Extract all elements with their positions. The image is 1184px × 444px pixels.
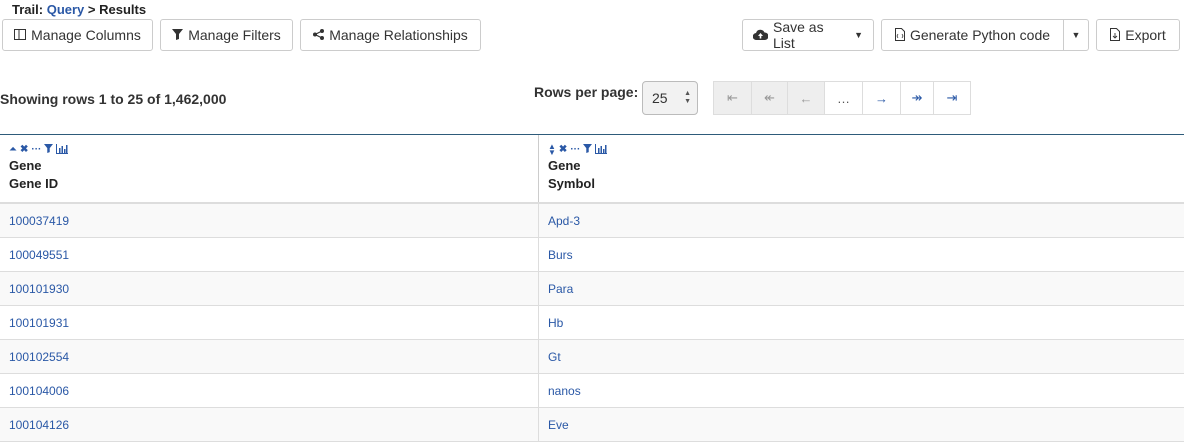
symbol-link[interactable]: Eve: [538, 408, 1184, 441]
gene-id-link[interactable]: 100102554: [0, 340, 538, 373]
breadcrumb-separator: >: [87, 2, 96, 17]
histogram-icon[interactable]: [56, 143, 69, 157]
previous-pages-button[interactable]: ↞: [751, 81, 788, 115]
histogram-icon[interactable]: [595, 143, 608, 157]
column-filter-icon[interactable]: [583, 144, 593, 156]
ellipsis-icon: …: [837, 90, 850, 106]
last-page-icon: ⇥: [946, 90, 958, 105]
save-as-list-label: Save as List: [773, 19, 824, 51]
rows-per-page-value: 25: [652, 90, 668, 106]
manage-columns-label: Manage Columns: [31, 27, 141, 43]
table-body: 100037419 Apd-3 100049551 Burs 100101930…: [0, 204, 1184, 442]
caret-down-icon: ▼: [1071, 30, 1081, 40]
manage-relationships-button[interactable]: Manage Relationships: [300, 19, 481, 51]
export-label: Export: [1125, 27, 1166, 43]
arrow-left-icon: ←: [799, 90, 813, 106]
arrow-right-icon: →: [875, 90, 888, 106]
generate-options-dropdown-button[interactable]: ▼: [1063, 19, 1089, 51]
column-field-label: Symbol: [548, 176, 595, 191]
next-pages-button[interactable]: ↠: [900, 81, 934, 115]
column-header-symbol: ▲ ▼ ✖ ··· Gene Symbol: [538, 135, 1184, 202]
save-as-list-button[interactable]: Save as List ▼: [742, 19, 874, 51]
table-row: 100104126 Eve: [0, 408, 1184, 442]
column-controls: ▲ ▼ ✖ ···: [548, 143, 1175, 157]
results-table: ⏶ ✖ ··· Gene Gene ID ▲ ▼ ✖ ··· Gene Symbo…: [0, 134, 1184, 442]
symbol-link[interactable]: Hb: [538, 306, 1184, 339]
fast-back-icon: ↞: [764, 90, 775, 105]
sort-asc-icon[interactable]: ⏶: [9, 145, 17, 155]
last-page-button[interactable]: ⇥: [933, 81, 971, 115]
remove-column-icon[interactable]: ✖: [559, 145, 567, 155]
breadcrumb-label: Trail:: [12, 2, 44, 17]
manage-relationships-label: Manage Relationships: [329, 27, 468, 43]
symbol-link[interactable]: Burs: [538, 238, 1184, 271]
previous-page-button[interactable]: ←: [787, 81, 825, 115]
select-arrows-icon: ▲ ▼: [684, 90, 691, 105]
gene-id-link[interactable]: 100104126: [0, 408, 538, 441]
table-row: 100101930 Para: [0, 272, 1184, 306]
rows-per-page-label: Rows per page:: [534, 84, 639, 100]
manage-filters-button[interactable]: Manage Filters: [160, 19, 293, 51]
more-icon[interactable]: ···: [31, 145, 41, 155]
column-field-label: Gene ID: [9, 176, 59, 191]
columns-icon: [14, 28, 27, 42]
sort-icon[interactable]: ▲ ▼: [548, 143, 556, 157]
first-page-icon: ⇤: [727, 90, 738, 105]
table-row: 100104006 nanos: [0, 374, 1184, 408]
pagination-ellipsis: …: [824, 81, 863, 115]
table-row: 100102554 Gt: [0, 340, 1184, 374]
caret-down-icon: ▼: [854, 30, 863, 40]
breadcrumb: Trail: Query > Results: [12, 2, 146, 17]
python-file-icon: [894, 27, 905, 43]
symbol-link[interactable]: nanos: [538, 374, 1184, 407]
generate-python-label: Generate Python code: [909, 27, 1051, 43]
export-file-icon: [1110, 27, 1121, 43]
next-page-button[interactable]: →: [862, 81, 901, 115]
rows-summary: Showing rows 1 to 25 of 1,462,000: [0, 91, 227, 107]
table-row: 100049551 Burs: [0, 238, 1184, 272]
table-header: ⏶ ✖ ··· Gene Gene ID ▲ ▼ ✖ ··· Gene Symbo…: [0, 134, 1184, 204]
more-icon[interactable]: ···: [570, 145, 580, 155]
manage-columns-button[interactable]: Manage Columns: [2, 19, 153, 51]
first-page-button[interactable]: ⇤: [713, 81, 752, 115]
share-icon: [313, 28, 325, 42]
breadcrumb-current: Results: [99, 2, 147, 17]
gene-id-link[interactable]: 100104006: [0, 374, 538, 407]
column-group-label: Gene: [9, 158, 42, 173]
table-row: 100037419 Apd-3: [0, 204, 1184, 238]
symbol-link[interactable]: Gt: [538, 340, 1184, 373]
column-group-label: Gene: [548, 158, 581, 173]
gene-id-link[interactable]: 100049551: [0, 238, 538, 271]
fast-forward-icon: ↠: [911, 90, 923, 105]
breadcrumb-query-link[interactable]: Query: [47, 2, 85, 17]
symbol-link[interactable]: Apd-3: [538, 204, 1184, 237]
pagination: ⇤ ↞ ← … → ↠ ⇥: [713, 81, 971, 115]
table-row: 100101931 Hb: [0, 306, 1184, 340]
column-filter-icon[interactable]: [44, 144, 54, 156]
gene-id-link[interactable]: 100101931: [0, 306, 538, 339]
generate-python-button[interactable]: Generate Python code: [881, 19, 1064, 51]
manage-filters-label: Manage Filters: [188, 27, 281, 43]
column-controls: ⏶ ✖ ···: [9, 143, 529, 157]
filter-icon: [172, 28, 184, 42]
gene-id-link[interactable]: 100101930: [0, 272, 538, 305]
remove-column-icon[interactable]: ✖: [20, 145, 28, 155]
gene-id-link[interactable]: 100037419: [0, 204, 538, 237]
column-header-gene-id: ⏶ ✖ ··· Gene Gene ID: [0, 135, 538, 202]
symbol-link[interactable]: Para: [538, 272, 1184, 305]
export-button[interactable]: Export: [1096, 19, 1180, 51]
cloud-upload-icon: [752, 29, 769, 42]
rows-per-page-select[interactable]: 25 ▲ ▼: [642, 81, 698, 115]
